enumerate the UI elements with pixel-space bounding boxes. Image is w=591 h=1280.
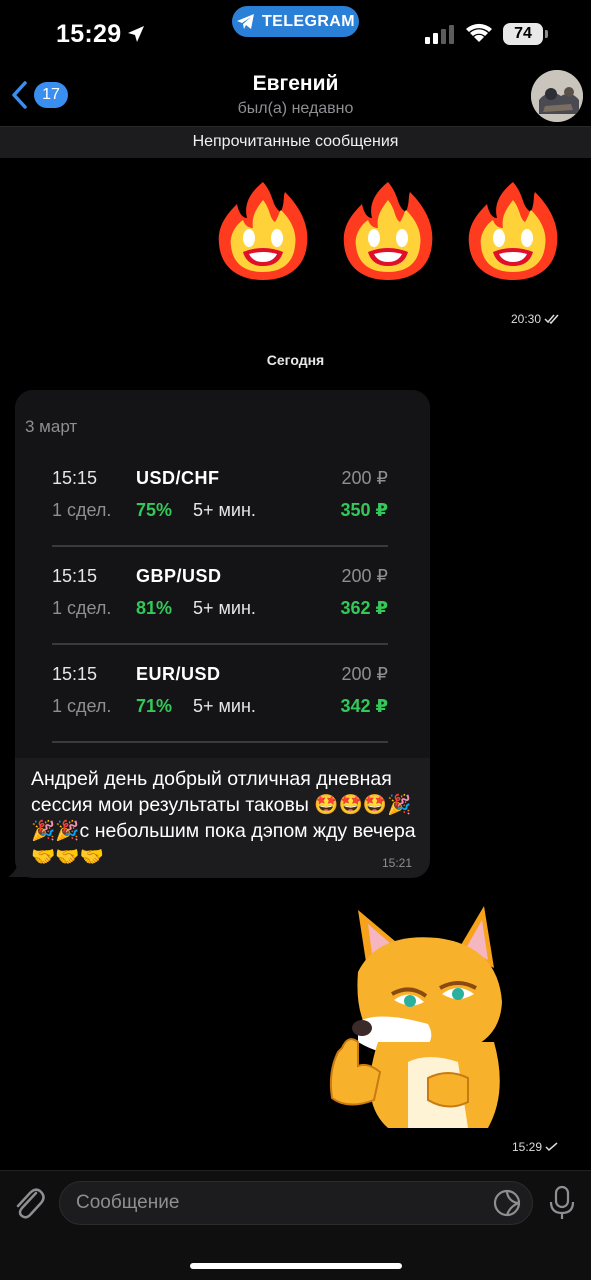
fire-emoji-icon	[468, 182, 558, 280]
wifi-icon	[466, 23, 492, 42]
telegram-icon	[237, 13, 254, 29]
microphone-icon[interactable]	[548, 1185, 576, 1221]
trade-deals: 1 сдел.	[52, 696, 112, 716]
trade-divider	[52, 643, 388, 645]
telegram-pill-label: TELEGRAM	[262, 12, 355, 30]
chat-header: 17 Евгений был(а) недавно	[0, 66, 591, 126]
trade-duration: 5+ мин.	[193, 696, 256, 716]
home-indicator	[190, 1263, 402, 1269]
status-bar: 15:29 TELEGRAM 74	[0, 0, 591, 66]
trade-percent: 71%	[136, 696, 173, 716]
avatar-image	[531, 70, 583, 122]
signal-icon	[425, 25, 454, 44]
trade-pair: GBP/USD	[136, 566, 222, 586]
single-check-icon	[545, 1142, 558, 1152]
chat-title[interactable]: Евгений	[0, 72, 591, 96]
battery-level: 74	[514, 25, 532, 42]
trade-pair: EUR/USD	[136, 664, 221, 684]
location-arrow-icon	[128, 26, 144, 42]
trade-time: 15:15	[52, 468, 98, 488]
message-time: 15:21	[382, 856, 413, 870]
fire-emoji-icon	[218, 182, 308, 280]
trade-duration: 5+ мин.	[193, 500, 256, 520]
sticker-icon[interactable]	[492, 1188, 522, 1218]
trade-payout: 362 ₽	[340, 598, 388, 618]
trade-results-photo[interactable]: 3 март 15:15 USD/CHF 200 ₽ 1 сдел. 75% 5…	[15, 390, 430, 758]
sticker-time: 15:29	[512, 1140, 559, 1154]
trade-deals: 1 сдел.	[52, 500, 112, 520]
trade-payout: 350 ₽	[340, 500, 388, 520]
fire-emoji-message[interactable]	[213, 178, 573, 288]
message-input[interactable]	[59, 1181, 533, 1225]
message-text: Андрей день добрый отличная дневная сесс…	[31, 768, 416, 868]
battery-icon: 74	[503, 23, 543, 45]
double-check-icon	[544, 314, 559, 325]
unread-messages-divider: Непрочитанные сообщения	[0, 126, 591, 158]
trade-payout: 342 ₽	[340, 696, 388, 716]
trade-pair: USD/CHF	[136, 468, 220, 488]
paperclip-icon[interactable]	[12, 1183, 46, 1221]
date-separator: Сегодня	[266, 352, 325, 368]
status-time: 15:29	[56, 20, 122, 48]
trade-amount: 200 ₽	[341, 566, 389, 586]
trade-amount: 200 ₽	[341, 664, 389, 684]
trade-row: 15:15 GBP/USD 200 ₽ 1 сдел. 81% 5+ мин. …	[52, 566, 388, 664]
sticker-time-text: 15:29	[512, 1140, 543, 1154]
telegram-pill[interactable]: TELEGRAM	[232, 6, 359, 37]
trade-percent: 75%	[136, 500, 173, 520]
trade-row: 15:15 USD/CHF 200 ₽ 1 сдел. 75% 5+ мин. …	[52, 468, 388, 566]
trade-divider	[52, 545, 388, 547]
trade-amount: 200 ₽	[341, 468, 389, 488]
chat-status: был(а) недавно	[237, 100, 354, 117]
trade-divider	[52, 741, 388, 743]
fire-emoji-icon	[343, 182, 433, 280]
fox-sticker[interactable]	[318, 902, 518, 1132]
trade-row: 15:15 EUR/USD 200 ₽ 1 сдел. 71% 5+ мин. …	[52, 664, 388, 762]
avatar[interactable]	[531, 70, 583, 122]
trade-time: 15:15	[52, 566, 98, 586]
trade-deals: 1 сдел.	[52, 598, 112, 618]
photo-date: 3 март	[25, 417, 78, 436]
battery-tip	[545, 30, 548, 38]
fire-message-time: 20:30	[511, 312, 562, 326]
message-input-bar	[0, 1170, 591, 1280]
trade-duration: 5+ мин.	[193, 598, 256, 618]
trade-time: 15:15	[52, 664, 98, 684]
fire-message-time-text: 20:30	[511, 312, 542, 326]
trade-percent: 81%	[136, 598, 173, 618]
incoming-message-bubble[interactable]: 3 март 15:15 USD/CHF 200 ₽ 1 сдел. 75% 5…	[15, 390, 430, 878]
